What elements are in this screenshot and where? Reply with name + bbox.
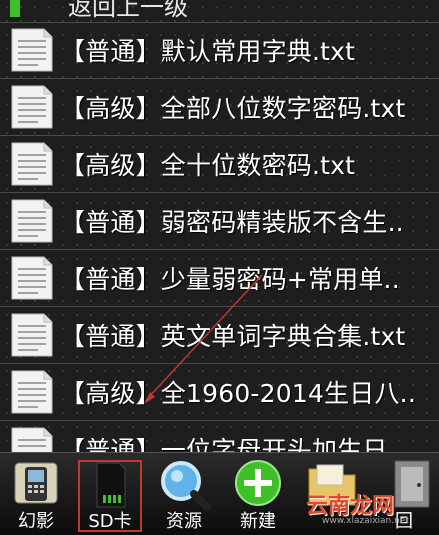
- document-icon: [10, 141, 54, 187]
- document-icon: [10, 198, 54, 244]
- file-row[interactable]: 【普通】英文单词字典合集.txt: [0, 307, 439, 364]
- file-name: 【高级】全部八位数字密码.txt: [60, 94, 406, 123]
- file-row[interactable]: 【普通】弱密码精装版不含生..: [0, 193, 439, 250]
- document-icon: [10, 369, 54, 415]
- file-name: 【高级】全1960-2014生日八..: [60, 379, 416, 408]
- magnifier-icon: [155, 457, 213, 513]
- file-row[interactable]: 【高级】全1960-2014生日八..: [0, 364, 439, 421]
- dock-item-new[interactable]: 新建: [222, 453, 294, 535]
- document-icon: [10, 84, 54, 130]
- phone-icon: [7, 457, 65, 513]
- document-icon: [10, 426, 54, 452]
- dock-label: 幻影: [18, 511, 54, 532]
- dock-item-phantom[interactable]: 幻影: [0, 453, 72, 535]
- back-label: 返回上一级: [68, 0, 188, 21]
- file-row[interactable]: 【高级】全十位数密码.txt: [0, 136, 439, 193]
- file-row[interactable]: 【普通】默认常用字典.txt: [0, 22, 439, 79]
- file-name: 【高级】全十位数密码.txt: [60, 151, 356, 180]
- file-name: 【普通】英文单词字典合集.txt: [60, 322, 406, 351]
- plus-icon: [229, 457, 287, 513]
- file-name: 【普通】一位字母开头加生日: [60, 436, 388, 452]
- file-row[interactable]: 【普通】少量弱密码+常用单..: [0, 250, 439, 307]
- dock-label: 资源: [166, 511, 202, 532]
- dock-label: 新建: [240, 511, 276, 532]
- dock-item-resources[interactable]: 资源: [148, 453, 220, 535]
- sd-card-highlight-box: [78, 460, 142, 532]
- file-row[interactable]: 【普通】一位字母开头加生日: [0, 421, 439, 452]
- document-icon: [10, 255, 54, 301]
- back-to-parent-row[interactable]: 返回上一级: [0, 0, 439, 23]
- file-name: 【普通】弱密码精装版不含生..: [60, 208, 404, 237]
- back-indicator-icon: [10, 0, 20, 17]
- file-name: 【普通】少量弱密码+常用单..: [60, 265, 400, 294]
- file-name: 【普通】默认常用字典.txt: [60, 37, 356, 66]
- document-icon: [10, 27, 54, 73]
- document-icon: [10, 312, 54, 358]
- file-row[interactable]: 【高级】全部八位数字密码.txt: [0, 79, 439, 136]
- file-list: 返回上一级 【普通】默认常用字典.txt 【高级】全部八位数字密码.txt 【高…: [0, 0, 439, 452]
- watermark-url: www.xlazaixian.net: [322, 516, 409, 526]
